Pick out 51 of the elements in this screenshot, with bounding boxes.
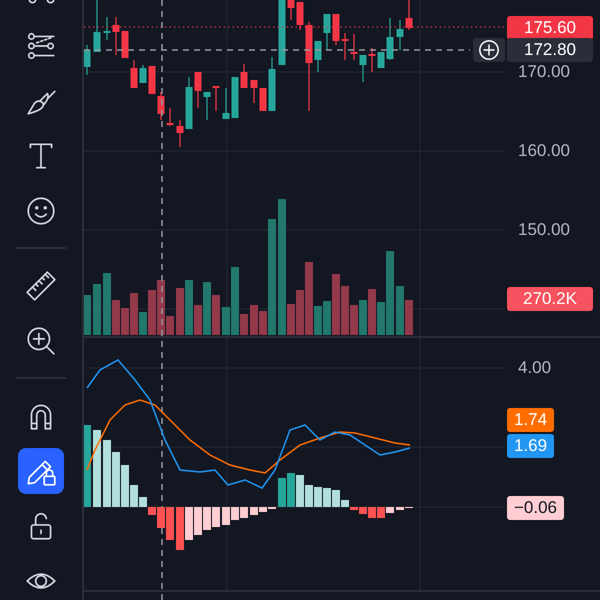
candle xyxy=(260,88,266,111)
candle xyxy=(360,55,366,82)
candle xyxy=(296,2,304,30)
macd-axis-label: 4.00 xyxy=(518,357,552,379)
candle xyxy=(288,0,294,20)
candle xyxy=(130,60,138,88)
crosshair-price-tag: 172.80 xyxy=(507,38,593,62)
candle xyxy=(158,92,164,120)
candle xyxy=(148,66,156,94)
candle xyxy=(232,77,238,118)
candle xyxy=(250,80,258,103)
candle xyxy=(122,31,128,58)
indicator-value-tag: 1.69 xyxy=(507,434,554,458)
candle xyxy=(278,0,286,65)
candle xyxy=(350,34,358,60)
candle xyxy=(222,88,230,119)
candle xyxy=(396,20,404,50)
candle xyxy=(94,0,100,52)
last-price-tag: 175.60 xyxy=(507,16,593,40)
candle xyxy=(386,18,394,60)
candle xyxy=(378,52,384,68)
candle xyxy=(324,14,330,50)
candle xyxy=(176,120,184,147)
candle xyxy=(406,0,412,30)
indicator-value-tag: 1.74 xyxy=(507,408,554,432)
candle xyxy=(332,14,340,45)
candle xyxy=(368,48,376,72)
candle xyxy=(240,64,248,88)
price-axis-label: 160.00 xyxy=(518,140,570,162)
candle xyxy=(342,33,348,60)
ruler-icon xyxy=(24,268,58,302)
volume-tag: 270.2K xyxy=(507,287,593,311)
candle xyxy=(268,57,276,111)
candle xyxy=(194,72,202,108)
candle xyxy=(84,45,90,75)
candle xyxy=(186,77,192,129)
pencil-lock-tool-button[interactable] xyxy=(18,448,64,494)
plus-circle-icon xyxy=(478,39,500,61)
indicator-value-tag: −0.06 xyxy=(507,496,564,520)
add-button[interactable] xyxy=(473,38,505,62)
candle xyxy=(166,108,174,126)
candle xyxy=(314,41,322,72)
candle xyxy=(112,17,120,55)
volume-bar xyxy=(84,295,91,335)
candle xyxy=(204,92,210,120)
candle xyxy=(104,17,110,40)
price-axis-label: 150.00 xyxy=(518,219,570,241)
volume-bar xyxy=(93,284,101,335)
candle xyxy=(212,86,220,111)
candle xyxy=(140,65,146,83)
price-axis-label: 170.00 xyxy=(518,61,570,83)
